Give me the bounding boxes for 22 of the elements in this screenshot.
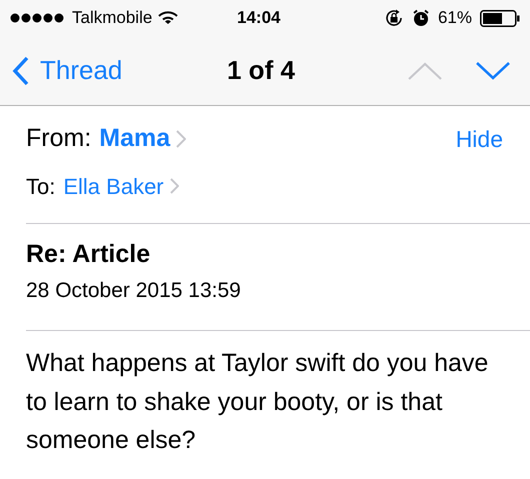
battery-percent: 61% bbox=[438, 7, 472, 30]
battery-icon bbox=[480, 10, 520, 26]
back-button[interactable]: Thread bbox=[12, 51, 122, 90]
chevron-right-icon bbox=[170, 178, 179, 194]
signal-icon bbox=[10, 13, 66, 23]
chevron-right-icon bbox=[176, 130, 186, 148]
status-time: 14:04 bbox=[237, 7, 280, 30]
carrier-name: Talkmobile bbox=[72, 7, 152, 30]
from-label: From: bbox=[26, 123, 92, 154]
recipient-link[interactable]: Ella Baker bbox=[63, 170, 164, 202]
to-label: To: bbox=[26, 172, 56, 200]
email-date: 28 October 2015 13:59 bbox=[26, 278, 242, 304]
sender-link[interactable]: Mama bbox=[99, 120, 170, 158]
rotation-lock-icon bbox=[384, 8, 404, 28]
hide-link[interactable]: Hide bbox=[456, 122, 503, 156]
alarm-icon bbox=[412, 9, 430, 27]
nav-title: 1 of 4 bbox=[227, 54, 295, 87]
next-button[interactable] bbox=[476, 62, 510, 80]
wifi-icon bbox=[158, 11, 178, 25]
email-body: What happens at Taylor swift do you have to learn to shake your booty, or is that someone else? bbox=[26, 348, 490, 456]
email-subject: Re: Article bbox=[26, 239, 152, 270]
back-chevron-icon bbox=[12, 54, 30, 86]
